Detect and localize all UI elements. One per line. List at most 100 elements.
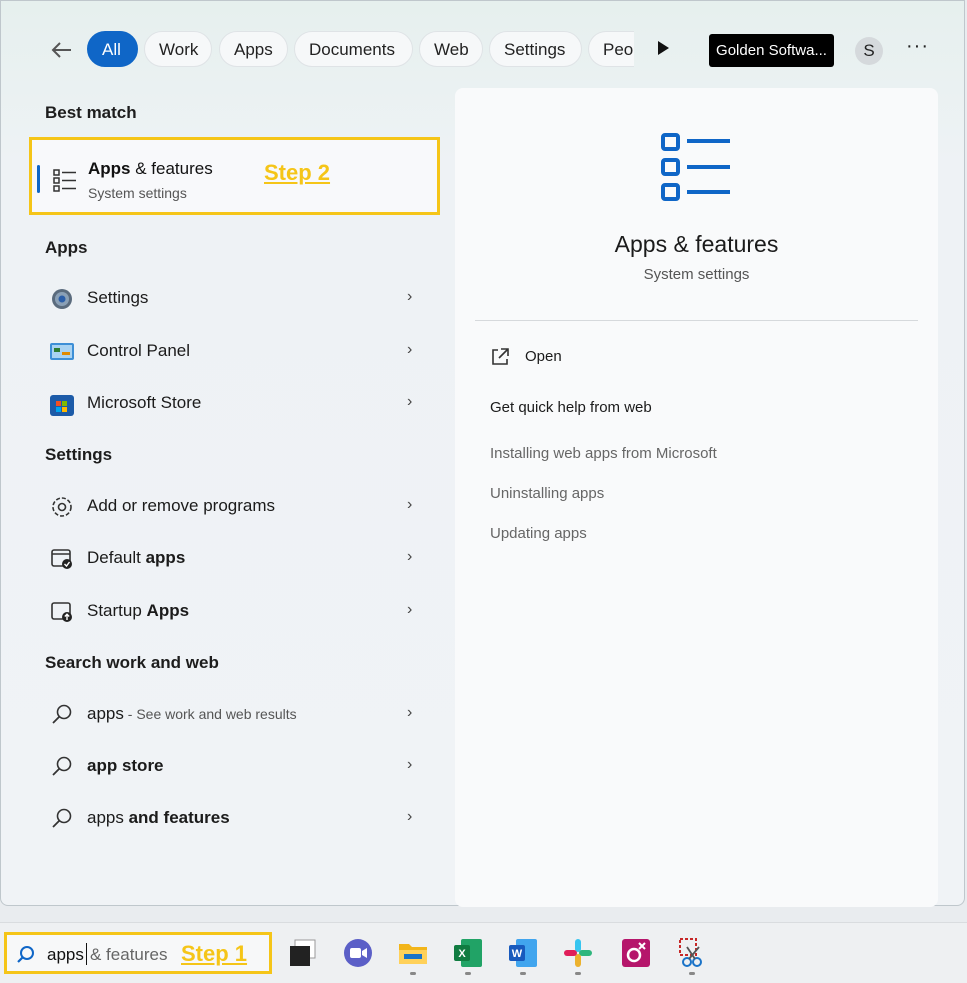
avatar[interactable]: S <box>855 37 883 65</box>
scroll-right-icon[interactable] <box>658 41 669 55</box>
label-bold: Apps <box>146 601 190 620</box>
search-web-heading: Search work and web <box>45 653 219 672</box>
app-item-microsoft-store[interactable]: Microsoft Store › <box>45 383 425 423</box>
detail-title: Apps & features <box>614 231 779 257</box>
filter-bar: All Work Apps Documents Web Settings Peo… <box>1 29 966 71</box>
file-explorer-icon[interactable] <box>396 936 430 970</box>
search-icon <box>17 946 34 963</box>
gear-outline-icon <box>52 497 72 517</box>
search-autocomplete: & features <box>90 945 168 964</box>
help-link[interactable]: Updating apps <box>490 525 587 542</box>
label-text: Startup <box>87 601 147 620</box>
selection-indicator <box>37 165 40 193</box>
word-icon[interactable]: W <box>506 936 540 970</box>
filter-work[interactable]: Work <box>144 31 212 67</box>
label-text: Default <box>87 548 146 567</box>
best-match-title: Apps & features <box>88 159 213 179</box>
chevron-right-icon[interactable]: › <box>407 341 412 359</box>
search-icon <box>52 808 72 828</box>
excel-icon[interactable]: X <box>451 936 485 970</box>
web-item-apps-and-features[interactable]: apps and features › <box>45 798 425 838</box>
setting-item-label: Startup Apps <box>87 601 189 621</box>
filter-settings[interactable]: Settings <box>489 31 582 67</box>
best-match-title-rest: & features <box>130 159 213 178</box>
label-hint: - See work and web results <box>123 706 297 722</box>
chevron-right-icon[interactable]: › <box>407 704 412 722</box>
web-item-apps[interactable]: apps - See work and web results › <box>45 694 425 734</box>
setting-item-label: Add or remove programs <box>87 496 275 516</box>
organization-badge[interactable]: Golden Softwa... <box>709 34 834 67</box>
text-caret <box>86 943 87 965</box>
label-bold: and features <box>128 808 230 827</box>
taskbar-search-box[interactable]: apps & features Step 1 <box>4 932 272 974</box>
chevron-right-icon[interactable]: › <box>407 808 412 826</box>
start-search-window: All Work Apps Documents Web Settings Peo… <box>0 0 966 907</box>
apps-heading: Apps <box>45 238 88 257</box>
default-apps-icon <box>51 549 72 569</box>
apps-features-icon <box>53 169 76 192</box>
svg-text:W: W <box>512 948 523 960</box>
help-link[interactable]: Uninstalling apps <box>490 485 604 502</box>
label-bold: apps <box>145 548 186 567</box>
microsoft-store-icon <box>50 395 74 416</box>
slack-icon[interactable] <box>561 936 595 970</box>
step-2-annotation: Step 2 <box>264 160 331 185</box>
chevron-right-icon[interactable]: › <box>407 496 412 514</box>
help-link[interactable]: Installing web apps from Microsoft <box>490 445 717 462</box>
app-item-label: Microsoft Store <box>87 393 202 412</box>
best-match-result[interactable]: Apps & features System settings Step 2 <box>29 137 440 215</box>
open-external-icon <box>492 348 509 365</box>
help-heading: Get quick help from web <box>490 399 652 416</box>
control-panel-icon <box>50 343 74 360</box>
label-text: apps <box>87 808 129 827</box>
divider <box>475 320 918 321</box>
chevron-right-icon[interactable]: › <box>407 288 412 306</box>
best-match-title-bold: Apps <box>88 159 131 178</box>
web-item-label: apps - See work and web results <box>87 704 297 724</box>
app-item-control-panel[interactable]: Control Panel › <box>45 331 425 371</box>
search-icon <box>52 704 72 724</box>
setting-item-add-remove-programs[interactable]: Add or remove programs › <box>45 486 425 526</box>
settings-gear-icon <box>52 289 72 309</box>
startup-apps-icon <box>51 602 72 622</box>
running-indicator <box>410 972 416 975</box>
step-1-annotation: Step 1 <box>181 941 248 966</box>
app-item-label: Settings <box>87 288 149 307</box>
running-indicator <box>520 972 526 975</box>
open-button[interactable]: Open <box>489 346 609 370</box>
chevron-right-icon[interactable]: › <box>407 393 412 411</box>
best-match-subtitle: System settings <box>88 185 187 201</box>
more-options-icon[interactable]: ··· <box>906 35 929 58</box>
detail-subtitle: System settings <box>643 266 750 283</box>
svg-text:X: X <box>458 948 466 960</box>
filter-web[interactable]: Web <box>419 31 483 67</box>
running-indicator <box>575 972 581 975</box>
chevron-right-icon[interactable]: › <box>407 756 412 774</box>
search-typed-text: apps <box>47 945 84 964</box>
task-view-icon[interactable] <box>286 936 320 970</box>
best-match-heading: Best match <box>45 103 137 122</box>
filter-apps[interactable]: Apps <box>219 31 288 67</box>
detail-pane: Apps & features System settings Open Get… <box>455 88 938 907</box>
snipping-tool-icon[interactable] <box>675 936 709 970</box>
web-item-label: app store <box>87 756 164 776</box>
filter-documents[interactable]: Documents <box>294 31 413 67</box>
teams-chat-icon[interactable] <box>341 936 375 970</box>
search-icon <box>52 756 72 776</box>
app-icon[interactable] <box>619 936 653 970</box>
setting-item-startup-apps[interactable]: Startup Apps › <box>45 591 425 631</box>
setting-item-default-apps[interactable]: Default apps › <box>45 538 425 578</box>
chevron-right-icon[interactable]: › <box>407 548 412 566</box>
open-label: Open <box>525 348 562 365</box>
web-item-app-store[interactable]: app store › <box>45 746 425 786</box>
app-item-settings[interactable]: Settings › <box>45 278 425 318</box>
chevron-right-icon[interactable]: › <box>407 601 412 619</box>
setting-item-label: Default apps <box>87 548 185 568</box>
filter-all[interactable]: All <box>87 31 138 67</box>
settings-heading: Settings <box>45 445 113 464</box>
back-arrow-icon[interactable] <box>47 35 77 65</box>
label-text: Add or remove programs <box>87 496 276 515</box>
running-indicator <box>689 972 695 975</box>
filter-people[interactable]: Peo <box>588 31 634 67</box>
app-item-label: Control Panel <box>87 341 191 360</box>
